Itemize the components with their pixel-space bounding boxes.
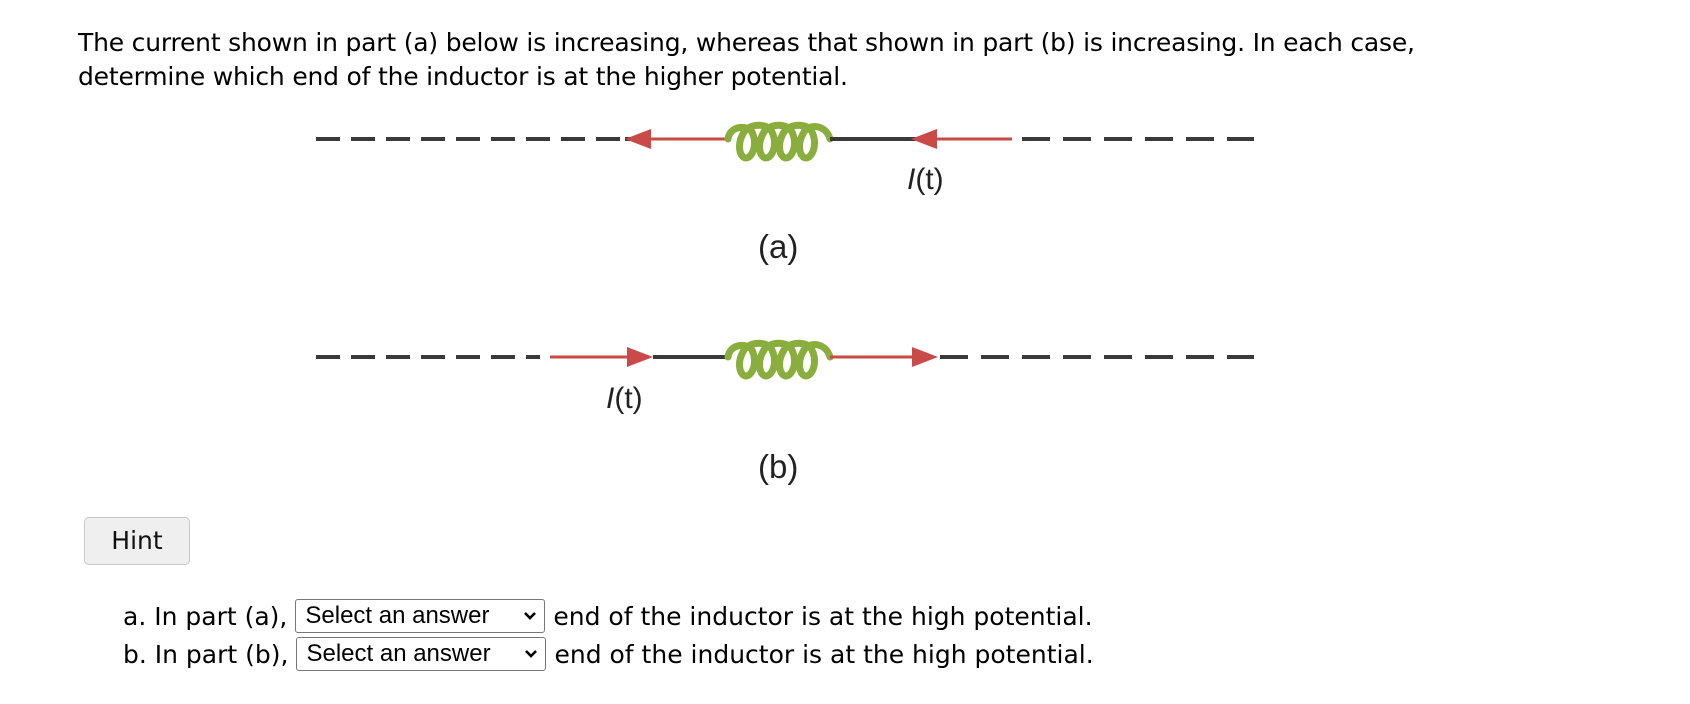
question-text: The current shown in part (a) below is i…: [78, 28, 1415, 91]
circuit-a: [316, 121, 1254, 162]
current-arrow-a-right: [911, 129, 937, 149]
select-value: Select an answer: [305, 602, 490, 629]
current-label-a: I(t): [907, 163, 944, 197]
figure-label-a: (a): [758, 228, 799, 265]
current-arrow-a-left: [625, 129, 651, 149]
answer-row-a: a. In part (a), Select an answer end of …: [123, 597, 1094, 635]
chevron-down-icon: [524, 612, 537, 620]
answer-select-b[interactable]: Select an answer: [296, 637, 547, 671]
answer-section: a. In part (a), Select an answer end of …: [123, 597, 1094, 673]
inductor-figure: I(t) (a) I(t) (b): [300, 110, 1280, 510]
select-value: Select an answer: [306, 640, 491, 667]
answer-prefix: b. In part (b),: [123, 639, 289, 669]
answer-suffix: end of the inductor is at the high poten…: [554, 639, 1094, 669]
hint-button[interactable]: Hint: [84, 517, 190, 565]
inductor-coil-a: [724, 121, 834, 162]
current-arrow-b-right: [912, 347, 938, 367]
current-label-b: I(t): [606, 382, 643, 416]
current-arrow-b-left: [627, 347, 653, 367]
figure-label-b: (b): [758, 448, 799, 485]
circuit-b: [316, 339, 1254, 380]
current-arg: (t): [915, 163, 944, 196]
inductor-coil-b: [724, 339, 834, 380]
answer-row-b: b. In part (b), Select an answer end of …: [123, 635, 1094, 673]
answer-prefix: a. In part (a),: [123, 601, 288, 631]
answer-suffix: end of the inductor is at the high poten…: [553, 601, 1093, 631]
current-arg: (t): [614, 382, 643, 415]
chevron-down-icon: [525, 650, 538, 658]
answer-select-a[interactable]: Select an answer: [295, 599, 546, 633]
